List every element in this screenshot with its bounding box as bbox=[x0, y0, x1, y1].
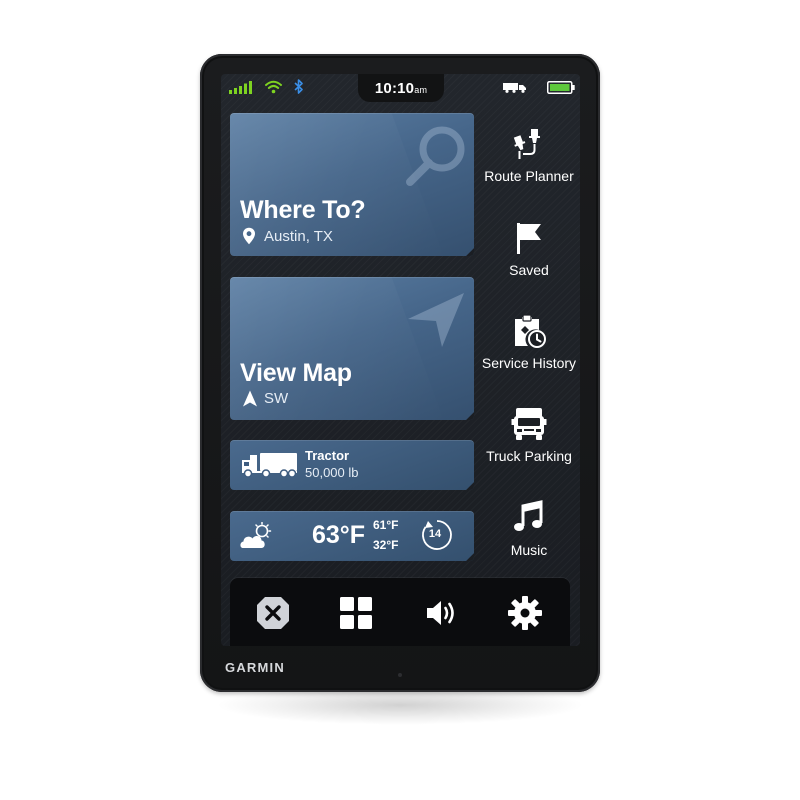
view-map-heading: SW bbox=[264, 390, 289, 407]
current-temperature: 63°F bbox=[312, 521, 366, 549]
route-planner-icon bbox=[513, 129, 540, 159]
partly-cloudy-icon bbox=[240, 522, 272, 548]
location-pin-icon bbox=[243, 227, 255, 245]
weather-tile[interactable]: 63°F 61°F 32°F 14 bbox=[230, 511, 474, 561]
truck-parking-icon bbox=[511, 408, 547, 440]
where-to-title: Where To? bbox=[240, 196, 366, 224]
close-icon[interactable] bbox=[255, 595, 291, 631]
wind-speed: 14 bbox=[428, 528, 442, 540]
vehicle-name: Tractor bbox=[305, 448, 350, 463]
service-history-label: Service History bbox=[481, 355, 577, 371]
low-temperature: 32°F bbox=[373, 538, 399, 552]
where-to-tile[interactable]: Where To? Austin, TX bbox=[230, 113, 474, 256]
heading-arrow-icon bbox=[243, 390, 257, 407]
high-temperature: 61°F bbox=[373, 518, 399, 532]
brand-logo: GARMIN bbox=[225, 660, 285, 675]
bottom-dock bbox=[230, 578, 570, 646]
music-label: Music bbox=[510, 542, 548, 558]
saved-button[interactable]: Saved bbox=[474, 214, 580, 294]
search-icon bbox=[406, 126, 465, 186]
service-history-icon bbox=[515, 314, 546, 348]
battery-icon bbox=[547, 81, 575, 94]
volume-icon[interactable] bbox=[424, 595, 460, 631]
clock: 10:10am bbox=[358, 80, 444, 97]
where-to-location: Austin, TX bbox=[264, 228, 333, 245]
ambient-light-sensor bbox=[398, 673, 402, 677]
clock-time: 10:10 bbox=[374, 80, 415, 97]
route-planner-label: Route Planner bbox=[484, 168, 574, 184]
truck-icon bbox=[242, 453, 297, 478]
truck-parking-button[interactable]: Truck Parking bbox=[474, 400, 580, 480]
view-map-tile[interactable]: View Map SW bbox=[230, 277, 474, 420]
vehicle-weight: 50,000 lb bbox=[305, 465, 359, 480]
vehicle-profile-tile[interactable]: Tractor 50,000 lb bbox=[230, 440, 474, 490]
apps-icon[interactable] bbox=[338, 595, 374, 631]
flag-icon bbox=[517, 223, 541, 254]
wifi-icon bbox=[265, 80, 282, 94]
clock-ampm: am bbox=[414, 85, 428, 95]
signal-icon bbox=[229, 81, 252, 94]
service-history-button[interactable]: Service History bbox=[474, 307, 580, 387]
screen: 10:10am Where To? Austin, TX View Map SW… bbox=[221, 74, 580, 646]
status-bar: 10:10am bbox=[221, 74, 580, 102]
navigation-arrow-icon bbox=[408, 293, 464, 347]
view-map-title: View Map bbox=[240, 359, 352, 387]
bluetooth-icon bbox=[294, 79, 303, 94]
saved-label: Saved bbox=[509, 262, 549, 278]
truck-mode-icon bbox=[503, 83, 526, 93]
truck-parking-label: Truck Parking bbox=[486, 448, 572, 464]
music-icon bbox=[514, 500, 543, 531]
music-button[interactable]: Music bbox=[474, 494, 580, 574]
route-planner-button[interactable]: Route Planner bbox=[474, 120, 580, 200]
settings-icon[interactable] bbox=[507, 595, 543, 631]
